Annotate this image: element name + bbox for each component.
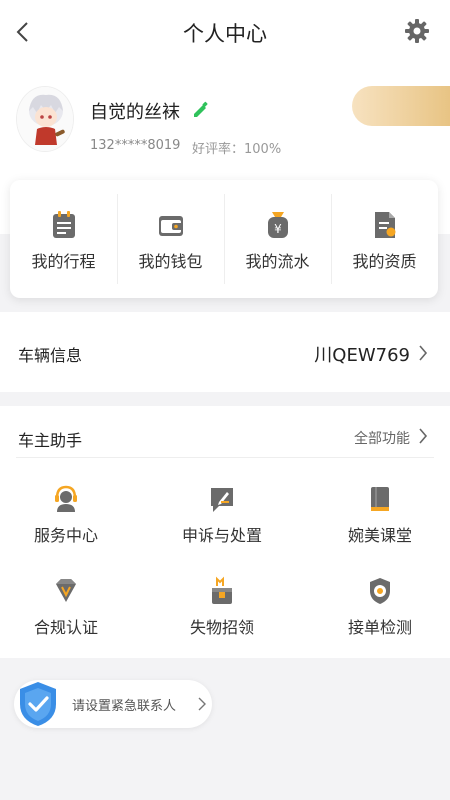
appeal-icon <box>211 488 233 512</box>
divider <box>16 457 434 458</box>
grid-item-label: 接单检测 <box>347 618 412 637</box>
order-check-shield-icon <box>370 578 390 604</box>
quick-action-label: 我的行程 <box>31 252 96 271</box>
diamond-badge-icon <box>56 579 76 602</box>
wallet-icon <box>158 216 183 236</box>
chevron-right-icon <box>419 345 428 361</box>
headset-icon <box>55 485 77 512</box>
grid-item-service-center[interactable]: 服务中心 <box>0 484 141 546</box>
lost-found-icon <box>212 576 232 604</box>
shield-check-icon <box>20 682 56 726</box>
nickname: 自觉的丝袜 <box>90 102 180 123</box>
grid-item-label: 失物招领 <box>189 618 254 637</box>
quick-action-itinerary[interactable]: 我的行程 <box>10 180 117 298</box>
svg-text:¥: ¥ <box>274 222 282 236</box>
license-plate: 川QEW769 <box>314 345 410 366</box>
grid-item-appeal[interactable]: 申诉与处置 <box>147 484 297 546</box>
grid-item-label: 合规认证 <box>33 618 98 637</box>
qualification-icon <box>374 212 395 238</box>
grid-item-label: 婉美课堂 <box>347 526 412 545</box>
itinerary-icon <box>52 211 75 238</box>
vehicle-info-label: 车辆信息 <box>18 346 83 365</box>
chevron-right-icon[interactable] <box>418 428 428 444</box>
grid-item-classroom[interactable]: 婉美课堂 <box>305 484 450 546</box>
book-icon <box>371 487 389 511</box>
quick-action-label: 我的钱包 <box>138 252 203 271</box>
quick-action-cashflow[interactable]: ¥ 我的流水 <box>224 180 331 298</box>
vehicle-info-row[interactable]: 车辆信息 川QEW769 <box>0 312 450 392</box>
chevron-right-icon <box>198 697 206 711</box>
membership-banner[interactable] <box>352 86 450 126</box>
quick-action-qualification[interactable]: 我的资质 <box>331 180 438 298</box>
emergency-contact-banner[interactable]: 请设置紧急联系人 <box>14 680 212 728</box>
cashflow-icon: ¥ <box>267 212 288 238</box>
all-functions-link[interactable]: 全部功能 <box>354 428 410 448</box>
quick-action-wallet[interactable]: 我的钱包 <box>117 180 224 298</box>
grid-item-label: 服务中心 <box>33 526 98 545</box>
section-title: 车主助手 <box>18 431 83 450</box>
phone-number: 132*****8019 <box>90 138 181 153</box>
rating-text: 好评率：100% <box>192 142 282 157</box>
pencil-icon[interactable] <box>191 100 209 118</box>
avatar[interactable] <box>16 86 74 152</box>
emergency-contact-text: 请设置紧急联系人 <box>72 699 177 714</box>
grid-item-order-check[interactable]: 接单检测 <box>305 576 450 638</box>
page-title: 个人中心 <box>183 22 267 46</box>
quick-action-label: 我的资质 <box>352 252 417 271</box>
quick-action-label: 我的流水 <box>245 252 310 271</box>
owner-assistant-section: 车主助手 全部功能 服务中心 申诉与处置 婉美课堂 合规认证 失物招领 接单检测 <box>0 406 450 658</box>
top-bar: 个人中心 <box>0 0 450 64</box>
gear-icon[interactable] <box>404 18 430 44</box>
grid-item-label: 申诉与处置 <box>181 526 262 545</box>
grid-item-compliance[interactable]: 合规认证 <box>0 576 141 638</box>
grid-item-lost-found[interactable]: 失物招领 <box>147 576 297 638</box>
quick-actions-card: 我的行程 我的钱包 ¥ 我的流水 我的资质 <box>10 180 438 298</box>
